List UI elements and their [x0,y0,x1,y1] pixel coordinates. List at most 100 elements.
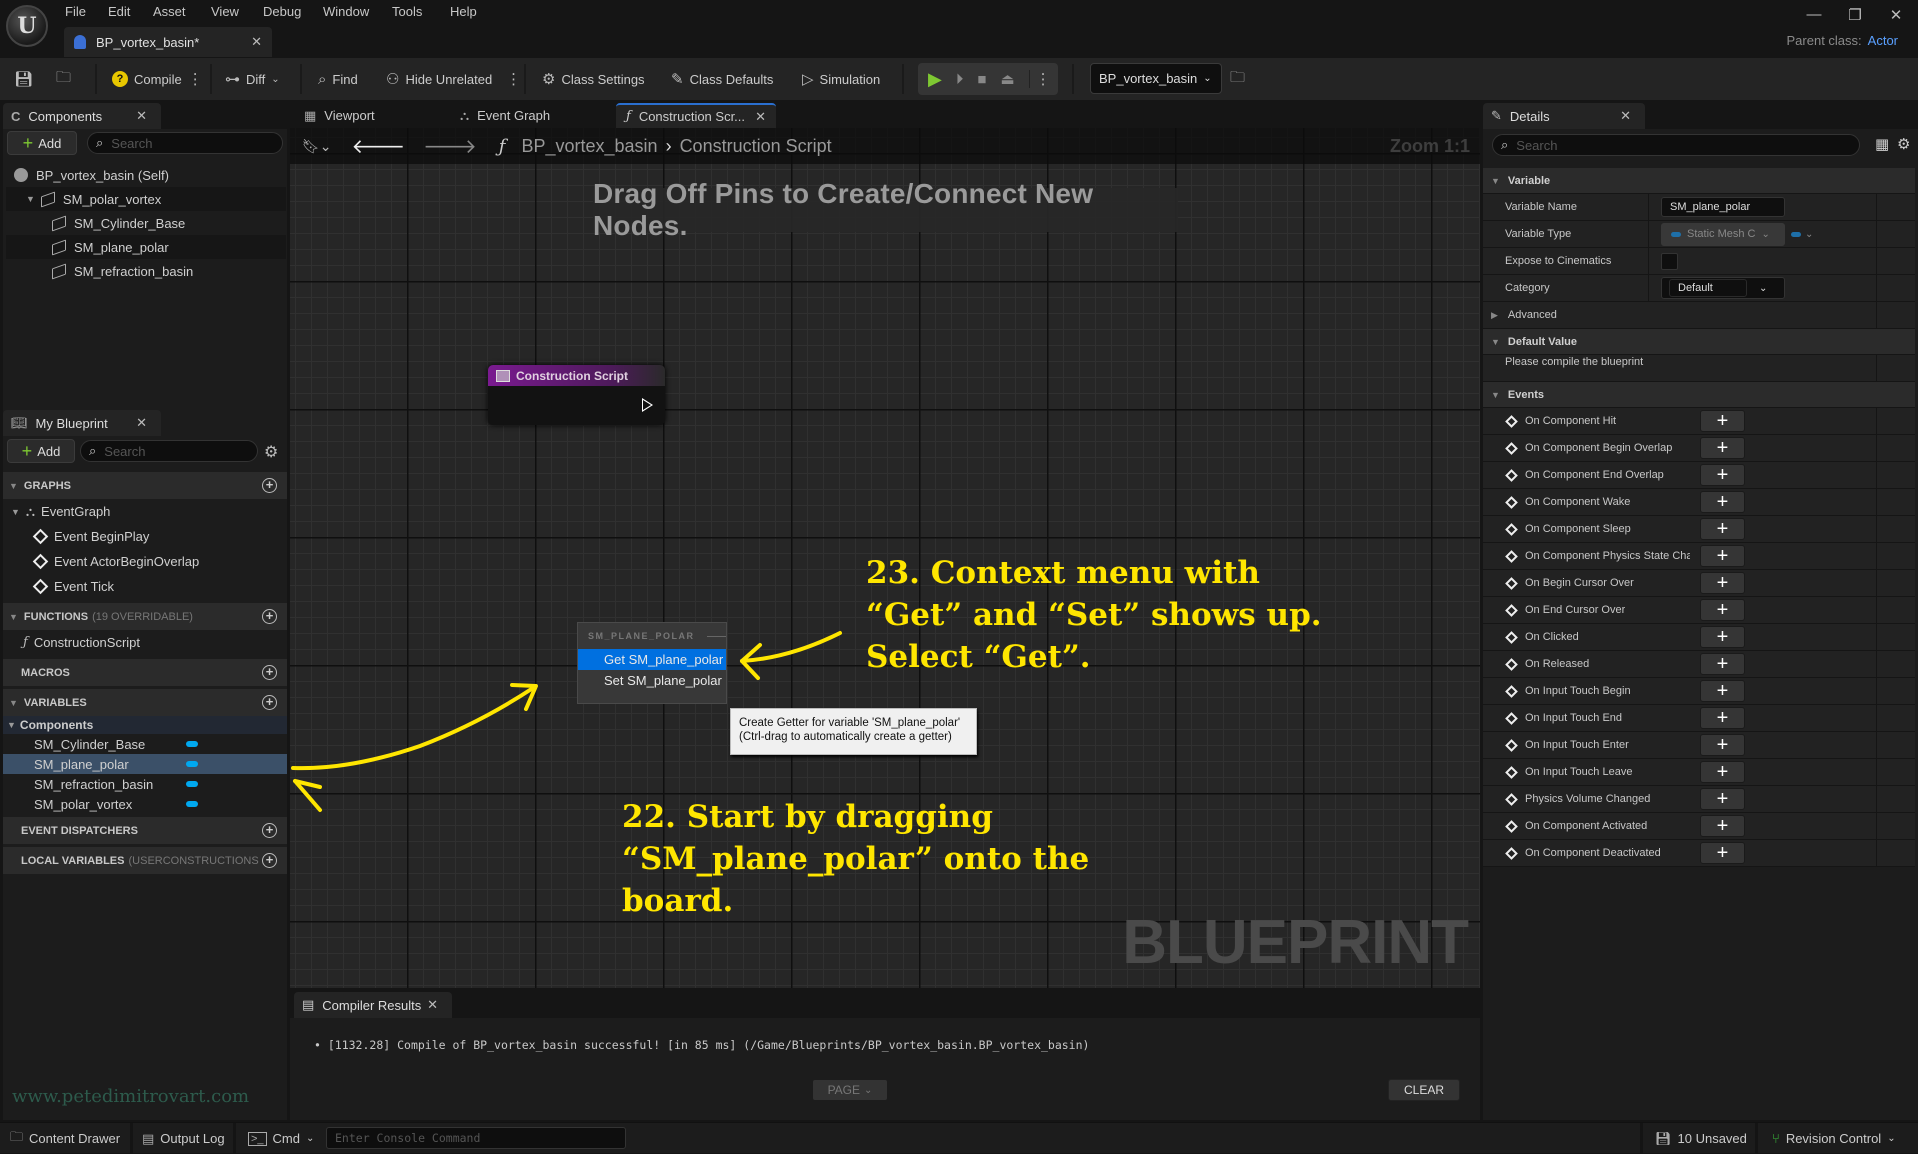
components-tab[interactable]: C Components ✕ [3,103,161,129]
eject-icon[interactable]: ⏏ [1000,70,1014,88]
cmd-dropdown[interactable]: >_ Cmd ⌄ [248,1123,314,1154]
add-event-button[interactable]: + [1700,707,1745,729]
add-event-button[interactable]: + [1700,626,1745,648]
graph-canvas[interactable]: 🔖︎⌄ 🡐 🡒 ƒ BP_vortex_basin › Construction… [290,128,1480,988]
variable-item[interactable]: SM_polar_vortex [3,794,287,814]
tree-item[interactable]: SM_Cylinder_Base [6,211,286,235]
tab-construction-script[interactable]: ƒ Construction Scr... ✕ [616,103,776,128]
my-blueprint-search-input[interactable]: ⌕ Search [80,440,258,462]
local-variables-section[interactable]: LOCAL VARIABLES(USERCONSTRUCTIONSCRIPT)+ [3,847,287,874]
close-tab-icon[interactable]: ✕ [1620,108,1631,124]
add-function-icon[interactable]: + [262,609,277,624]
expand-arrow-icon[interactable]: ▼ [26,194,35,204]
revision-control-button[interactable]: ⑂ Revision Control ⌄ [1772,1123,1896,1154]
add-variable-icon[interactable]: + [262,695,277,710]
graph-item-eventgraph[interactable]: ▼ ⛬ EventGraph [3,499,287,524]
variable-item[interactable]: SM_refraction_basin [3,774,287,794]
menu-help[interactable]: Help [450,4,477,19]
add-event-button[interactable]: + [1700,545,1745,567]
close-tab-icon[interactable]: ✕ [136,108,147,124]
variable-category[interactable]: ▼ Components [3,716,287,734]
functions-section[interactable]: ▼ FUNCTIONS (19 OVERRIDABLE) + [3,603,287,630]
tree-item[interactable]: SM_refraction_basin [6,259,286,283]
category-combo[interactable]: Default ⌄ [1661,277,1785,299]
tab-viewport[interactable]: ▦ Viewport [294,103,385,128]
menu-debug[interactable]: Debug [263,4,301,19]
close-tab-icon[interactable]: ✕ [427,997,438,1013]
minimize-button[interactable]: — [1802,6,1826,23]
page-dropdown[interactable]: PAGE ⌄ [813,1080,887,1100]
close-tab-icon[interactable]: ✕ [755,109,766,125]
menu-edit[interactable]: Edit [108,4,130,19]
variable-item-selected[interactable]: SM_plane_polar [3,754,287,774]
add-event-button[interactable]: + [1700,437,1745,459]
macros-section[interactable]: MACROS + [3,659,287,686]
settings-gear-icon[interactable]: ⚙ [264,442,278,462]
save-button[interactable]: 💾︎ [14,58,33,100]
add-event-button[interactable]: + [1700,788,1745,810]
function-item[interactable]: ƒ ConstructionScript [3,630,287,655]
details-search-input[interactable]: ⌕ Search [1492,134,1860,156]
menu-file[interactable]: File [65,4,86,19]
menu-view[interactable]: View [211,4,239,19]
add-event-button[interactable]: + [1700,491,1745,513]
find-button[interactable]: ⌕ Find [318,58,358,100]
add-event-button[interactable]: + [1700,464,1745,486]
add-local-variable-icon[interactable]: + [262,853,277,868]
variable-name-input[interactable]: SM_plane_polar [1661,197,1785,217]
event-dispatchers-section[interactable]: EVENT DISPATCHERS + [3,817,287,844]
browse-button[interactable]: 🗀 [56,58,71,100]
event-item[interactable]: Event ActorBeginOverlap [3,549,287,574]
menu-tools[interactable]: Tools [392,4,422,19]
compiler-results-tab[interactable]: ▤ Compiler Results ✕ [294,992,452,1018]
my-blueprint-tab[interactable]: 📖︎ My Blueprint ✕ [3,410,161,436]
add-event-button[interactable]: + [1700,599,1745,621]
compile-button[interactable]: ? Compile ⋮ [112,58,203,100]
diff-button[interactable]: ⊶ Diff ⌄ [225,58,280,100]
menu-asset[interactable]: Asset [153,4,186,19]
tree-item[interactable]: ▼ SM_polar_vortex [6,187,286,211]
add-event-button[interactable]: + [1700,815,1745,837]
output-log-button[interactable]: ▤ Output Log [142,1123,225,1154]
add-event-button[interactable]: + [1700,734,1745,756]
step-icon[interactable]: ⏵ [956,71,964,88]
event-item[interactable]: Event Tick [3,574,287,599]
clear-button[interactable]: CLEAR [1388,1079,1460,1101]
details-tab[interactable]: ✎ Details ✕ [1483,103,1645,129]
debug-object-select[interactable]: BP_vortex_basin ⌄ [1090,63,1222,94]
add-graph-icon[interactable]: + [262,478,277,493]
events-section-header[interactable]: ▼ Events [1483,382,1915,408]
restore-button[interactable]: ❐ [1843,6,1867,24]
menu-window[interactable]: Window [323,4,369,19]
add-component-button[interactable]: + Add [7,131,77,155]
close-window-button[interactable]: ✕ [1884,6,1908,24]
close-tab-icon[interactable]: ✕ [136,415,147,431]
default-value-section-header[interactable]: ▼ Default Value [1483,329,1915,355]
add-event-button[interactable]: + [1700,680,1745,702]
settings-gear-icon[interactable]: ⚙ [1897,135,1910,153]
simulation-button[interactable]: ▷ Simulation [802,58,880,100]
console-command-input[interactable]: Enter Console Command [326,1127,626,1149]
event-item[interactable]: Event BeginPlay [3,524,287,549]
more-options-icon[interactable]: ⋮ [506,70,521,88]
class-settings-button[interactable]: ⚙ Class Settings [542,58,645,100]
close-tab-icon[interactable]: ✕ [251,34,262,50]
category-input[interactable]: Default [1669,279,1747,297]
table-view-icon[interactable]: ▦ [1875,135,1889,153]
add-event-button[interactable]: + [1700,761,1745,783]
chevron-down-icon[interactable]: ⌄ [1759,283,1767,294]
unsaved-button[interactable]: 💾︎ 10 Unsaved [1655,1123,1747,1154]
components-search-input[interactable]: ⌕ Search [87,132,283,154]
add-event-button[interactable]: + [1700,842,1745,864]
variable-section-header[interactable]: ▼ Variable [1483,168,1915,194]
play-options-icon[interactable]: ⋮ [1028,70,1051,88]
variable-item[interactable]: SM_Cylinder_Base [3,734,287,754]
play-icon[interactable]: ▶ [928,69,942,90]
container-type-dropdown[interactable]: ⌄ [1791,229,1813,240]
class-defaults-button[interactable]: ✎ Class Defaults [671,58,773,100]
expand-arrow-icon[interactable]: ▼ [11,507,20,517]
add-event-button[interactable]: + [1700,410,1745,432]
hide-unrelated-button[interactable]: ⚇ Hide Unrelated ⋮ [386,58,521,100]
tree-item[interactable]: SM_plane_polar [6,235,286,259]
browse-debug-object-button[interactable]: 🗀 [1230,58,1245,100]
